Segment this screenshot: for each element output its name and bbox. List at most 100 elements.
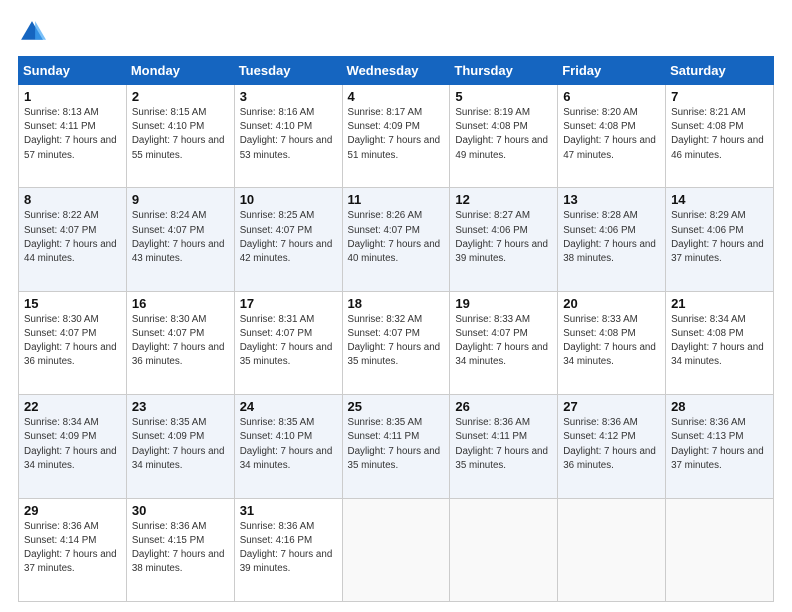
day-detail: Sunrise: 8:36 AMSunset: 4:16 PMDaylight:… [240,521,333,575]
header [18,18,774,46]
day-number: 31 [240,503,337,518]
day-number: 22 [24,399,121,414]
calendar-cell: 26 Sunrise: 8:36 AMSunset: 4:11 PMDaylig… [450,395,558,498]
calendar-cell: 24 Sunrise: 8:35 AMSunset: 4:10 PMDaylig… [234,395,342,498]
day-number: 15 [24,296,121,311]
calendar-cell: 4 Sunrise: 8:17 AMSunset: 4:09 PMDayligh… [342,85,450,188]
day-detail: Sunrise: 8:33 AMSunset: 4:08 PMDaylight:… [563,314,656,368]
day-number: 28 [671,399,768,414]
day-detail: Sunrise: 8:16 AMSunset: 4:10 PMDaylight:… [240,107,333,161]
calendar-cell: 17 Sunrise: 8:31 AMSunset: 4:07 PMDaylig… [234,291,342,394]
day-number: 23 [132,399,229,414]
day-detail: Sunrise: 8:34 AMSunset: 4:09 PMDaylight:… [24,417,117,471]
calendar-cell: 6 Sunrise: 8:20 AMSunset: 4:08 PMDayligh… [558,85,666,188]
day-number: 11 [348,192,445,207]
calendar-cell: 20 Sunrise: 8:33 AMSunset: 4:08 PMDaylig… [558,291,666,394]
day-number: 2 [132,89,229,104]
day-detail: Sunrise: 8:35 AMSunset: 4:11 PMDaylight:… [348,417,441,471]
weekday-header-tuesday: Tuesday [234,57,342,85]
day-number: 20 [563,296,660,311]
day-number: 8 [24,192,121,207]
calendar-cell: 29 Sunrise: 8:36 AMSunset: 4:14 PMDaylig… [19,498,127,601]
logo [18,18,50,46]
weekday-header-wednesday: Wednesday [342,57,450,85]
day-number: 18 [348,296,445,311]
calendar-cell: 7 Sunrise: 8:21 AMSunset: 4:08 PMDayligh… [666,85,774,188]
calendar-week-5: 29 Sunrise: 8:36 AMSunset: 4:14 PMDaylig… [19,498,774,601]
day-detail: Sunrise: 8:28 AMSunset: 4:06 PMDaylight:… [563,210,656,264]
calendar-cell [558,498,666,601]
day-detail: Sunrise: 8:26 AMSunset: 4:07 PMDaylight:… [348,210,441,264]
calendar-cell [666,498,774,601]
calendar-cell: 2 Sunrise: 8:15 AMSunset: 4:10 PMDayligh… [126,85,234,188]
day-number: 13 [563,192,660,207]
day-detail: Sunrise: 8:36 AMSunset: 4:13 PMDaylight:… [671,417,764,471]
calendar-cell: 30 Sunrise: 8:36 AMSunset: 4:15 PMDaylig… [126,498,234,601]
calendar-cell: 13 Sunrise: 8:28 AMSunset: 4:06 PMDaylig… [558,188,666,291]
calendar-cell: 28 Sunrise: 8:36 AMSunset: 4:13 PMDaylig… [666,395,774,498]
calendar-cell [342,498,450,601]
day-detail: Sunrise: 8:35 AMSunset: 4:10 PMDaylight:… [240,417,333,471]
day-number: 30 [132,503,229,518]
calendar-cell: 14 Sunrise: 8:29 AMSunset: 4:06 PMDaylig… [666,188,774,291]
day-detail: Sunrise: 8:33 AMSunset: 4:07 PMDaylight:… [455,314,548,368]
day-detail: Sunrise: 8:36 AMSunset: 4:15 PMDaylight:… [132,521,225,575]
day-number: 27 [563,399,660,414]
day-detail: Sunrise: 8:32 AMSunset: 4:07 PMDaylight:… [348,314,441,368]
day-number: 24 [240,399,337,414]
calendar-cell [450,498,558,601]
calendar-page: SundayMondayTuesdayWednesdayThursdayFrid… [0,0,792,612]
calendar-cell: 11 Sunrise: 8:26 AMSunset: 4:07 PMDaylig… [342,188,450,291]
day-number: 10 [240,192,337,207]
weekday-header-friday: Friday [558,57,666,85]
day-detail: Sunrise: 8:24 AMSunset: 4:07 PMDaylight:… [132,210,225,264]
calendar-cell: 27 Sunrise: 8:36 AMSunset: 4:12 PMDaylig… [558,395,666,498]
day-number: 1 [24,89,121,104]
day-number: 16 [132,296,229,311]
calendar-cell: 21 Sunrise: 8:34 AMSunset: 4:08 PMDaylig… [666,291,774,394]
calendar-cell: 22 Sunrise: 8:34 AMSunset: 4:09 PMDaylig… [19,395,127,498]
day-number: 5 [455,89,552,104]
day-detail: Sunrise: 8:30 AMSunset: 4:07 PMDaylight:… [132,314,225,368]
day-detail: Sunrise: 8:13 AMSunset: 4:11 PMDaylight:… [24,107,117,161]
day-detail: Sunrise: 8:36 AMSunset: 4:14 PMDaylight:… [24,521,117,575]
calendar-cell: 5 Sunrise: 8:19 AMSunset: 4:08 PMDayligh… [450,85,558,188]
day-number: 7 [671,89,768,104]
day-detail: Sunrise: 8:27 AMSunset: 4:06 PMDaylight:… [455,210,548,264]
day-detail: Sunrise: 8:21 AMSunset: 4:08 PMDaylight:… [671,107,764,161]
day-number: 3 [240,89,337,104]
day-detail: Sunrise: 8:29 AMSunset: 4:06 PMDaylight:… [671,210,764,264]
calendar-week-2: 8 Sunrise: 8:22 AMSunset: 4:07 PMDayligh… [19,188,774,291]
calendar-cell: 1 Sunrise: 8:13 AMSunset: 4:11 PMDayligh… [19,85,127,188]
calendar-week-4: 22 Sunrise: 8:34 AMSunset: 4:09 PMDaylig… [19,395,774,498]
day-number: 21 [671,296,768,311]
calendar-cell: 9 Sunrise: 8:24 AMSunset: 4:07 PMDayligh… [126,188,234,291]
day-number: 4 [348,89,445,104]
calendar-week-3: 15 Sunrise: 8:30 AMSunset: 4:07 PMDaylig… [19,291,774,394]
day-detail: Sunrise: 8:15 AMSunset: 4:10 PMDaylight:… [132,107,225,161]
calendar-cell: 10 Sunrise: 8:25 AMSunset: 4:07 PMDaylig… [234,188,342,291]
calendar-cell: 31 Sunrise: 8:36 AMSunset: 4:16 PMDaylig… [234,498,342,601]
weekday-header-thursday: Thursday [450,57,558,85]
day-detail: Sunrise: 8:25 AMSunset: 4:07 PMDaylight:… [240,210,333,264]
calendar-cell: 19 Sunrise: 8:33 AMSunset: 4:07 PMDaylig… [450,291,558,394]
calendar-cell: 23 Sunrise: 8:35 AMSunset: 4:09 PMDaylig… [126,395,234,498]
day-detail: Sunrise: 8:36 AMSunset: 4:12 PMDaylight:… [563,417,656,471]
day-number: 14 [671,192,768,207]
day-number: 12 [455,192,552,207]
weekday-header-saturday: Saturday [666,57,774,85]
logo-icon [18,18,46,46]
calendar-table: SundayMondayTuesdayWednesdayThursdayFrid… [18,56,774,602]
day-detail: Sunrise: 8:19 AMSunset: 4:08 PMDaylight:… [455,107,548,161]
day-detail: Sunrise: 8:36 AMSunset: 4:11 PMDaylight:… [455,417,548,471]
calendar-cell: 15 Sunrise: 8:30 AMSunset: 4:07 PMDaylig… [19,291,127,394]
day-detail: Sunrise: 8:20 AMSunset: 4:08 PMDaylight:… [563,107,656,161]
calendar-cell: 8 Sunrise: 8:22 AMSunset: 4:07 PMDayligh… [19,188,127,291]
day-detail: Sunrise: 8:34 AMSunset: 4:08 PMDaylight:… [671,314,764,368]
day-number: 25 [348,399,445,414]
day-number: 29 [24,503,121,518]
calendar-cell: 18 Sunrise: 8:32 AMSunset: 4:07 PMDaylig… [342,291,450,394]
day-number: 17 [240,296,337,311]
weekday-header-sunday: Sunday [19,57,127,85]
calendar-cell: 25 Sunrise: 8:35 AMSunset: 4:11 PMDaylig… [342,395,450,498]
